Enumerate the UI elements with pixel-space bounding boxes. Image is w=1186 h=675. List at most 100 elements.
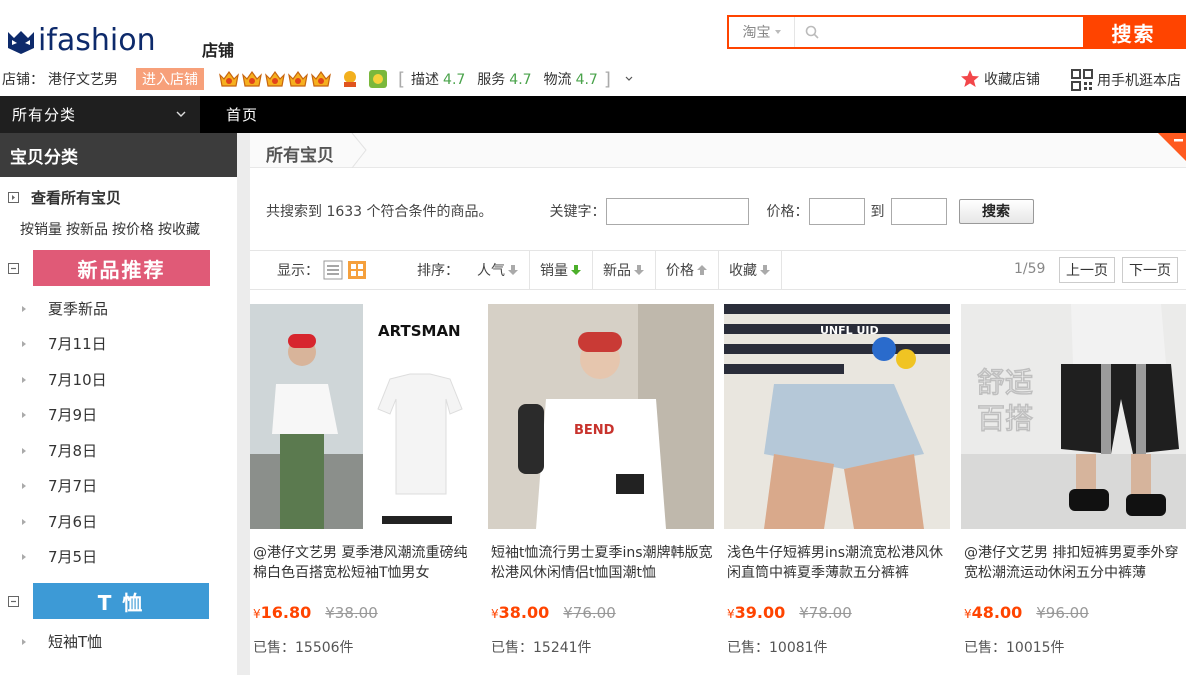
sort-option[interactable]: 收藏	[719, 251, 782, 289]
nav-all-categories[interactable]: 所有分类	[0, 96, 200, 133]
sort-label: 排序：	[417, 263, 459, 279]
chevron-down-icon[interactable]	[625, 75, 633, 83]
sort-option[interactable]: 销量	[530, 251, 593, 289]
price-min-input[interactable]	[808, 197, 865, 225]
mobile-shop-label: 用手机逛本店	[1097, 73, 1181, 89]
caret-right-icon	[22, 518, 26, 525]
product-title[interactable]: @港仔文艺男 夏季港风潮流重磅纯棉白色百搭宽松短袖T恤男女	[253, 543, 475, 583]
caret-right-icon	[22, 553, 26, 560]
nav-home[interactable]: 首页	[226, 96, 258, 133]
sidebar-sort-sales[interactable]: 按销量	[20, 219, 62, 239]
bracket-close: ]	[603, 68, 611, 90]
list-view-icon[interactable]	[323, 260, 343, 280]
product-image[interactable]: BEND	[488, 304, 714, 529]
sidebar-subcategory-label: 7月6日	[48, 513, 98, 531]
search-scope-select[interactable]: 淘宝	[729, 17, 795, 47]
sidebar-subcategory-label: 7月5日	[48, 548, 98, 566]
product-price: ¥16.80	[253, 603, 312, 622]
search-scope-label: 淘宝	[742, 25, 771, 41]
mobile-shop-link[interactable]: 用手机逛本店	[1071, 69, 1181, 91]
product-photo: UNFL UID	[724, 304, 950, 529]
price-max-input[interactable]	[890, 197, 947, 225]
currency-symbol: ¥	[964, 607, 972, 621]
sidebar-subcategory-item[interactable]: 7月7日	[22, 475, 97, 496]
crown-rating	[218, 69, 332, 89]
collapse-square-icon[interactable]	[8, 595, 19, 607]
green-shield-icon[interactable]	[368, 69, 388, 89]
sidebar-subcategory-item[interactable]: 夏季新品	[22, 298, 108, 319]
sidebar-sort-price[interactable]: 按价格	[112, 219, 154, 239]
caret-down-icon	[774, 30, 781, 34]
chevron-down-icon	[176, 111, 186, 117]
gold-medal-icon[interactable]	[340, 69, 360, 89]
collapse-corner-icon[interactable]	[1158, 133, 1186, 161]
grid-view-icon[interactable]	[347, 260, 367, 280]
sort-option[interactable]: 人气	[467, 251, 530, 289]
product-card[interactable]: 舒适 百搭 @港仔文艺男 排扣短裤男夏季外穿宽松潮流运动休闲五分中裤薄 ¥48.00 ¥…	[961, 304, 1186, 657]
search-button[interactable]: 搜索	[1083, 17, 1184, 47]
view-all-items-link[interactable]: 查看所有宝贝	[8, 187, 121, 208]
product-image[interactable]: ARTSMAN	[250, 304, 476, 529]
product-photo: BEND	[488, 304, 714, 529]
category-banner[interactable]: T 恤	[33, 583, 209, 619]
shop-word: 店铺	[202, 41, 235, 60]
product-card[interactable]: UNFL UID 浅色牛仔短裤男ins潮流宽松港风休闲直筒中裤夏季薄款五分裤裤 ¥3…	[724, 304, 950, 657]
price-label: 价格：	[766, 204, 809, 220]
qr-code-icon	[1071, 69, 1093, 91]
sidebar-subcategory-item[interactable]: 7月9日	[22, 404, 97, 425]
sidebar-subcategory-item[interactable]: 7月10日	[22, 369, 107, 390]
enter-shop-button[interactable]: 进入店铺	[136, 68, 204, 90]
product-sold-count: 已售：10081件	[727, 640, 828, 656]
arrow-down-icon	[571, 265, 581, 275]
sort-option-label: 人气	[477, 263, 505, 279]
caret-right-icon	[22, 638, 26, 645]
sidebar-sort-new[interactable]: 按新品	[66, 219, 108, 239]
prev-page-button[interactable]: 上一页	[1059, 257, 1115, 283]
category-header[interactable]: 新品推荐	[8, 250, 210, 286]
sort-option[interactable]: 价格	[656, 251, 719, 289]
shop-label: 店铺：	[2, 72, 44, 88]
ifashion-logo[interactable]: ifashion	[6, 24, 156, 58]
product-title[interactable]: 短袖t恤流行男士夏季ins潮牌韩版宽松港风休闲情侣t恤国潮t恤	[491, 543, 713, 583]
product-image[interactable]: UNFL UID	[724, 304, 950, 529]
sidebar-subcategory-item[interactable]: 7月6日	[22, 511, 97, 532]
product-card[interactable]: ARTSMAN @港仔文艺男 夏季港风潮流重磅纯棉白色百搭宽松短袖T恤男女 ¥16.…	[250, 304, 476, 657]
category-header[interactable]: T 恤	[8, 583, 209, 619]
product-title[interactable]: @港仔文艺男 排扣短裤男夏季外穿宽松潮流运动休闲五分中裤薄	[964, 543, 1186, 583]
sidebar-subcategory-item[interactable]: 7月11日	[22, 333, 107, 354]
collapse-square-icon[interactable]	[8, 262, 19, 274]
product-title[interactable]: 浅色牛仔短裤男ins潮流宽松港风休闲直筒中裤夏季薄款五分裤裤	[727, 543, 949, 583]
search-input[interactable]	[825, 19, 1075, 45]
keyword-label: 关键字：	[549, 204, 606, 220]
sort-option[interactable]: 新品	[593, 251, 656, 289]
page-title: 所有宝贝	[266, 146, 334, 166]
sidebar-subcategory-item[interactable]: 7月8日	[22, 440, 97, 461]
display-toggle: 显示：	[277, 260, 367, 280]
view-all-label: 查看所有宝贝	[31, 189, 122, 207]
caret-right-icon	[22, 411, 26, 418]
next-page-button[interactable]: 下一页	[1122, 257, 1178, 283]
filter-search-button[interactable]: 搜索	[958, 198, 1034, 224]
expand-square-icon	[8, 192, 19, 203]
product-price: ¥38.00	[491, 603, 550, 622]
category-banner[interactable]: 新品推荐	[33, 250, 210, 286]
rating-logistics: 物流 4.7	[543, 72, 598, 88]
product-image-text: 百搭	[977, 402, 1033, 435]
product-price-row: ¥48.00 ¥96.00	[964, 603, 1186, 622]
shop-name[interactable]: 港仔文艺男	[48, 69, 118, 89]
product-original-price: ¥78.00	[799, 604, 852, 622]
sidebar-sort-favorites[interactable]: 按收藏	[158, 219, 200, 239]
caret-right-icon	[22, 482, 26, 489]
sidebar-subcategory-item[interactable]: 短袖T恤	[22, 631, 102, 652]
product-card[interactable]: BEND 短袖t恤流行男士夏季ins潮牌韩版宽松港风休闲情侣t恤国潮t恤 ¥38.0…	[488, 304, 714, 657]
keyword-input[interactable]	[605, 197, 749, 225]
product-image[interactable]: 舒适 百搭	[961, 304, 1186, 529]
search-box: 淘宝 搜索	[727, 15, 1186, 49]
sort-option-label: 销量	[540, 263, 568, 279]
product-price-row: ¥38.00 ¥76.00	[491, 603, 714, 622]
favorite-shop-link[interactable]: 收藏店铺	[960, 69, 1040, 89]
sidebar-subcategory-label: 夏季新品	[48, 300, 109, 318]
product-image-text: UNFL UID	[820, 324, 879, 337]
sidebar-subcategory-item[interactable]: 7月5日	[22, 546, 97, 567]
sidebar-subcategory-label: 7月7日	[48, 477, 98, 495]
